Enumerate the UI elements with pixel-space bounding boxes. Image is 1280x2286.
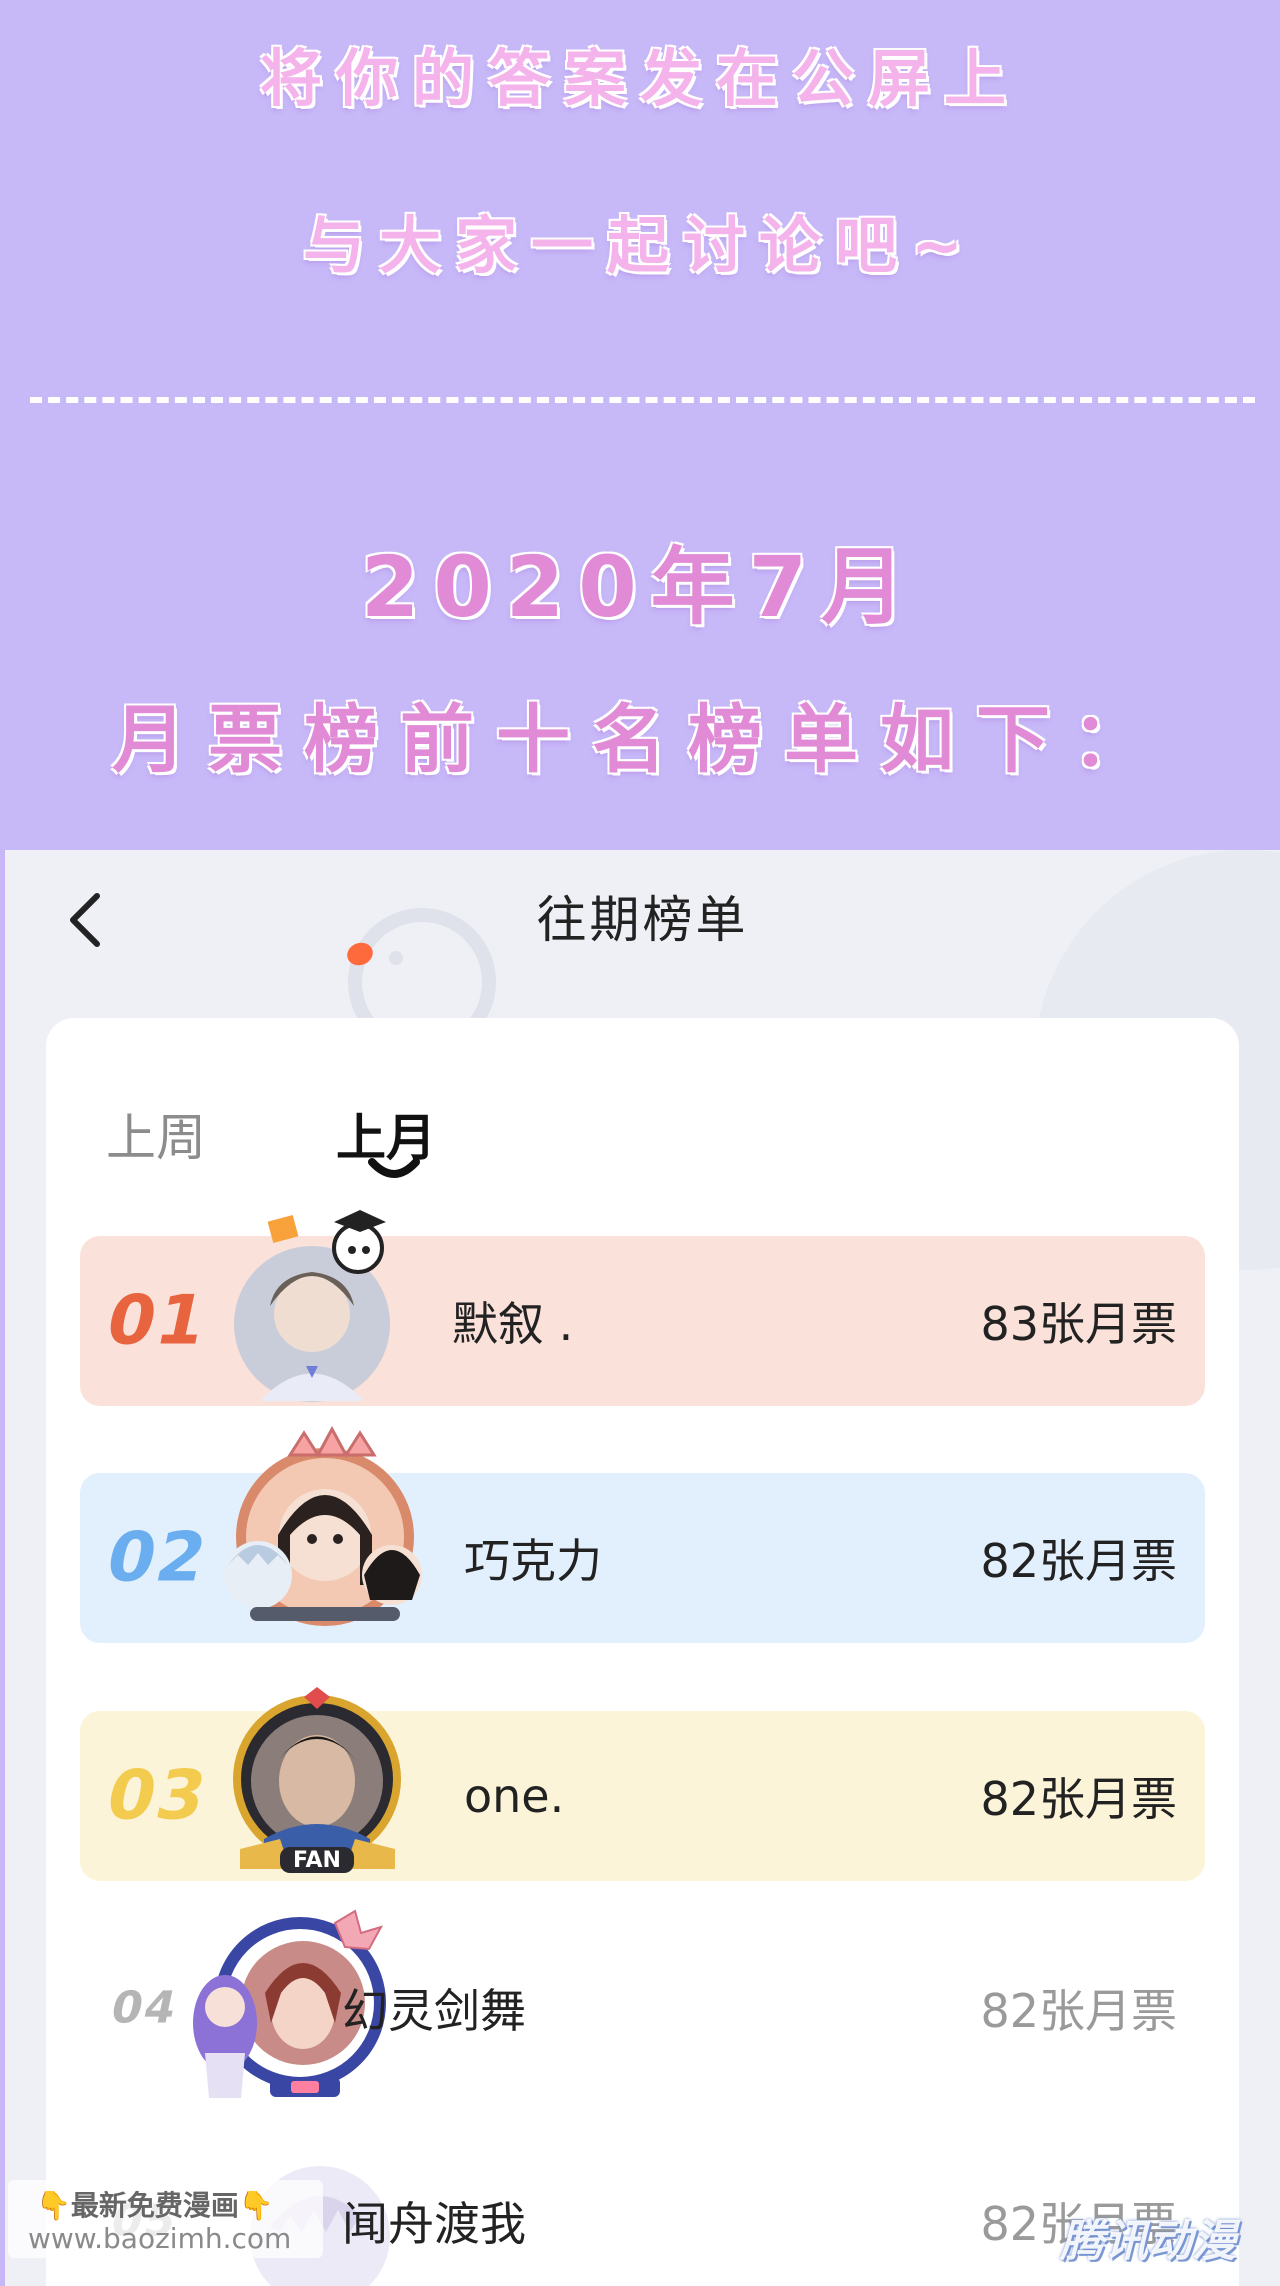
tab-last-week[interactable]: 上周	[106, 1098, 206, 1170]
user-name: 闻舟渡我	[342, 2197, 526, 2251]
vote-count: 82张月票	[980, 1772, 1177, 1826]
page-title: 往期榜单	[536, 891, 749, 949]
dashed-divider	[30, 397, 1255, 403]
user-avatar[interactable]	[230, 1196, 410, 1406]
rank-number: 02	[99, 1518, 216, 1598]
banner-date: 2020年7月	[360, 538, 920, 636]
user-name: 默叙 .	[452, 1297, 574, 1351]
vote-count: 83张月票	[980, 1297, 1177, 1351]
user-avatar[interactable]: FAN	[220, 1669, 415, 1879]
active-tab-indicator	[368, 1158, 420, 1178]
site-watermark: 👇最新免费漫画👇 www.baozimh.com	[8, 2180, 323, 2258]
ranking-row-1[interactable]: 01 默叙 . 83张月票	[80, 1210, 1205, 1406]
top-bar: 往期榜单	[5, 850, 1280, 970]
banner-line-2: 与大家一起讨论吧~	[303, 209, 977, 282]
banner-line-1: 将你的答案发在公屏上	[259, 42, 1020, 115]
user-name: 幻灵剑舞	[342, 1984, 526, 2038]
user-name: 巧克力	[464, 1534, 602, 1588]
ranking-row-3[interactable]: 03 FAN one. 82张月票	[80, 1687, 1205, 1881]
rank-number: 01	[99, 1281, 216, 1361]
brand-watermark: 腾讯动漫	[1060, 2216, 1236, 2267]
ranking-card: 上周 上月 01 默叙 . 83张月票 02 巧克力 82张月票 03 FAN …	[46, 1018, 1239, 2286]
promo-banner: 将你的答案发在公屏上 与大家一起讨论吧~ 2020年7月 月票榜前十名榜单如下：	[0, 0, 1280, 850]
vote-count: 82张月票	[980, 1534, 1177, 1588]
rank-number: 04	[106, 1982, 183, 2034]
ranking-row-2[interactable]: 02 巧克力 82张月票	[80, 1425, 1205, 1643]
vote-count: 82张月票	[980, 1984, 1177, 2038]
rank-number: 03	[99, 1756, 216, 1836]
fan-badge: FAN	[293, 1848, 341, 1873]
watermark-url: www.baozimh.com	[28, 2222, 292, 2255]
watermark-text: 👇最新免费漫画👇	[36, 2189, 274, 2222]
ranking-row-4[interactable]: 04 幻灵剑舞 82张月票	[80, 1909, 1205, 2098]
ranking-screen: 往期榜单 上周 上月 01 默叙 . 83张月票 02 巧克力 82张月票 03…	[5, 850, 1280, 2286]
user-avatar[interactable]	[220, 1425, 430, 1635]
banner-subtitle: 月票榜前十名榜单如下：	[112, 697, 1168, 783]
user-name: one.	[464, 1769, 565, 1823]
